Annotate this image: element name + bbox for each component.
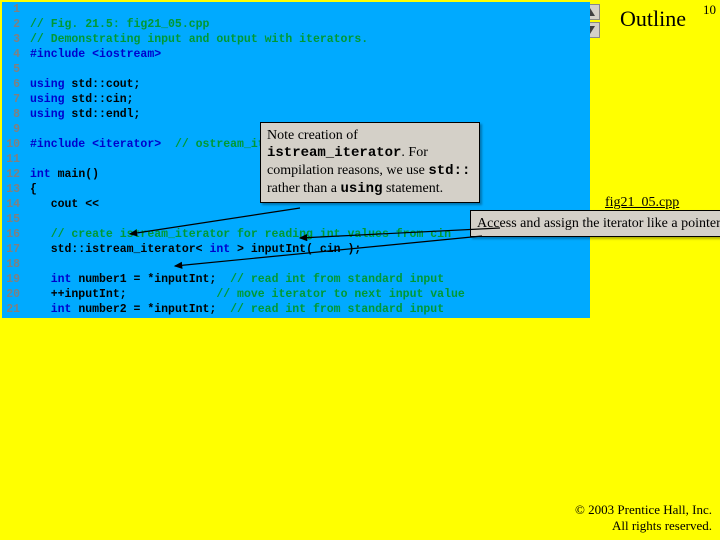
file-name-label: fig21_05.cpp: [605, 195, 679, 211]
copyright-line: All rights reserved.: [575, 518, 712, 534]
code-keyword: using: [30, 78, 71, 91]
line-number: 6: [2, 77, 20, 92]
line-number: 3: [2, 32, 20, 47]
code-keyword: #include: [30, 138, 92, 151]
code-text: std::cin;: [71, 93, 133, 106]
line-number: 2: [2, 17, 20, 32]
line-number: 20: [2, 287, 20, 302]
copyright: © 2003 Prentice Hall, Inc. All rights re…: [575, 502, 712, 534]
code-keyword: int: [30, 273, 71, 286]
line-number: 12: [2, 167, 20, 182]
line-number: 19: [2, 272, 20, 287]
code-keyword: using: [30, 108, 71, 121]
line-number: 15: [2, 212, 20, 227]
code-text: ++inputInt;: [30, 288, 216, 301]
code-keyword: #include: [30, 48, 92, 61]
code-include: <iostream>: [92, 48, 161, 61]
code-comment: // move iterator to next input value: [216, 288, 464, 301]
callout-istream-iterator: Note creation of istream_iterator. For c…: [260, 122, 480, 203]
code-comment: // read int from standard input: [230, 273, 444, 286]
callout-text: Access and assign the iterator like a po…: [477, 216, 720, 231]
line-number: 9: [2, 122, 20, 137]
line-number: 7: [2, 92, 20, 107]
callout-mono: std::: [428, 163, 470, 179]
callout-mono: using: [340, 181, 382, 197]
code-keyword: int: [30, 168, 51, 181]
line-number: 21: [2, 302, 20, 317]
callout-text: Note creation of: [267, 128, 358, 143]
code-text: main(): [51, 168, 99, 181]
code-keyword: int: [209, 243, 230, 256]
code-comment: // Fig. 21.5: fig21_05.cpp: [30, 18, 209, 31]
outline-heading: Outline: [620, 6, 686, 32]
line-number: 5: [2, 62, 20, 77]
code-text: cout <<: [30, 198, 106, 211]
code-text: std::endl;: [71, 108, 140, 121]
line-number: 16: [2, 227, 20, 242]
code-text: std::istream_iterator<: [30, 243, 209, 256]
code-comment: // create istream_iterator for reading i…: [30, 228, 451, 241]
callout-pointer-access: Access and assign the iterator like a po…: [470, 210, 720, 237]
code-text: number2 = *inputInt;: [71, 303, 230, 316]
line-number: 1: [2, 2, 20, 17]
callout-text: statement.: [382, 181, 443, 196]
code-text: {: [30, 183, 37, 196]
callout-mono: istream_iterator: [267, 145, 401, 161]
line-number: 10: [2, 137, 20, 152]
code-include: <iterator>: [92, 138, 161, 151]
line-number: 4: [2, 47, 20, 62]
line-number: 18: [2, 257, 20, 272]
line-number: 11: [2, 152, 20, 167]
line-number: 17: [2, 242, 20, 257]
code-text: number1 = *inputInt;: [71, 273, 230, 286]
callout-text: rather than a: [267, 181, 340, 196]
code-keyword: int: [30, 303, 71, 316]
page-number: 10: [703, 2, 716, 18]
line-number-gutter: 1 2 3 4 5 6 7 8 9 10 11 12 13 14 15 16 1…: [2, 2, 24, 317]
code-text: > inputInt( cin );: [230, 243, 361, 256]
code-text: std::cout;: [71, 78, 140, 91]
code-comment: // read int from standard input: [230, 303, 444, 316]
line-number: 13: [2, 182, 20, 197]
code-comment: // Demonstrating input and output with i…: [30, 33, 368, 46]
copyright-line: © 2003 Prentice Hall, Inc.: [575, 502, 712, 518]
line-number: 14: [2, 197, 20, 212]
line-number: 8: [2, 107, 20, 122]
code-keyword: using: [30, 93, 71, 106]
